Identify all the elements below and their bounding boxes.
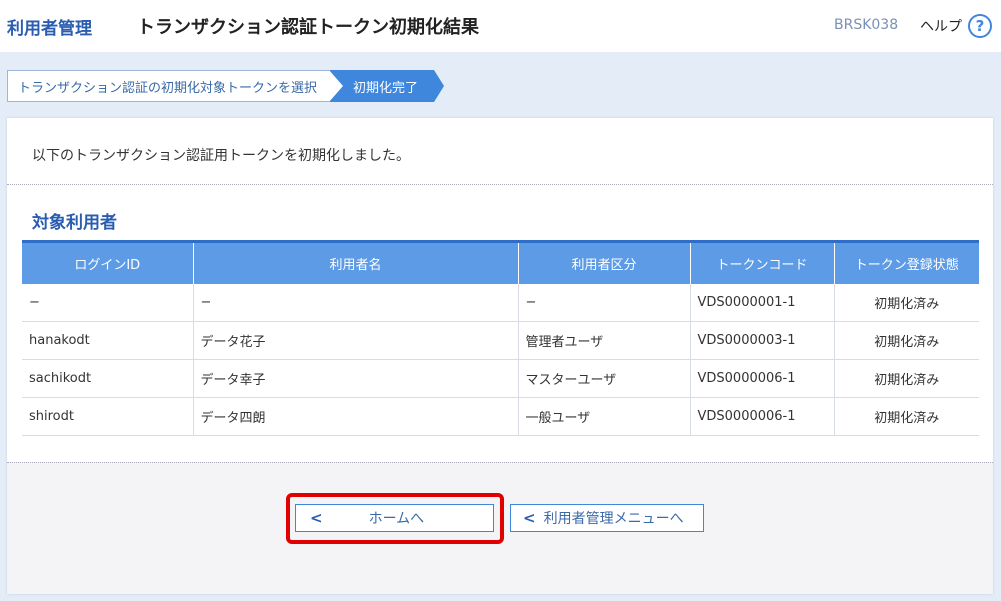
- table-header-row: ログインID 利用者名 利用者区分 トークンコード トークン登録状態: [22, 240, 979, 284]
- divider: [7, 462, 993, 463]
- cell-token-status: 初期化済み: [834, 284, 979, 322]
- target-users-table: ログインID 利用者名 利用者区分 トークンコード トークン登録状態 − − −…: [22, 240, 979, 436]
- cell-login-id: shirodt: [22, 397, 194, 436]
- column-header-user-name: 利用者名: [193, 240, 519, 284]
- cell-login-id: sachikodt: [22, 359, 194, 398]
- step-indicator: トランザクション認証の初期化対象トークンを選択 初期化完了: [7, 70, 445, 102]
- button-area: [7, 462, 993, 594]
- step-select-token: トランザクション認証の初期化対象トークンを選択: [7, 70, 344, 102]
- step-complete: 初期化完了: [329, 70, 445, 102]
- cell-user-type: マスターユーザ: [518, 359, 691, 398]
- cell-token-code: VDS0000003-1: [690, 321, 835, 360]
- step-arrow-icon: [434, 70, 445, 102]
- cell-user-type: −: [518, 284, 691, 322]
- section-title: 利用者管理: [7, 19, 92, 39]
- result-panel: 以下のトランザクション認証用トークンを初期化しました。 対象利用者 ログインID…: [7, 118, 993, 594]
- column-header-token-status: トークン登録状態: [834, 240, 979, 284]
- divider: [7, 184, 993, 185]
- home-button[interactable]: < ホームへ: [295, 504, 494, 532]
- chevron-left-icon: <: [310, 509, 323, 527]
- cell-token-status: 初期化済み: [834, 321, 979, 360]
- screen-id: BRSK038: [834, 17, 899, 33]
- cell-user-name: データ花子: [193, 321, 519, 360]
- cell-user-name: データ四朗: [193, 397, 519, 436]
- cell-token-status: 初期化済み: [834, 397, 979, 436]
- page-title: トランザクション認証トークン初期化結果: [137, 17, 479, 38]
- step-label: トランザクション認証の初期化対象トークンを選択: [18, 80, 318, 96]
- home-button-label: ホームへ: [368, 511, 425, 527]
- table-row: sachikodt データ幸子 マスターユーザ VDS0000006-1 初期化…: [22, 359, 979, 398]
- help-link[interactable]: ヘルプ ?: [920, 12, 992, 40]
- chevron-left-icon: <: [523, 509, 536, 527]
- cell-user-name: データ幸子: [193, 359, 519, 398]
- column-header-token-code: トークンコード: [690, 240, 835, 284]
- cell-token-status: 初期化済み: [834, 359, 979, 398]
- user-management-menu-button[interactable]: < 利用者管理メニューへ: [510, 504, 704, 532]
- question-icon: ?: [968, 14, 992, 38]
- help-label: ヘルプ: [920, 19, 962, 35]
- cell-token-code: VDS0000006-1: [690, 397, 835, 436]
- target-users-heading: 対象利用者: [32, 213, 117, 233]
- step-label: 初期化完了: [353, 80, 419, 96]
- column-header-login-id: ログインID: [22, 240, 194, 284]
- step-arrow-icon: [329, 70, 344, 102]
- cell-user-name: −: [193, 284, 519, 322]
- cell-token-code: VDS0000006-1: [690, 359, 835, 398]
- table-row: − − − VDS0000001-1 初期化済み: [22, 284, 979, 322]
- cell-login-id: hanakodt: [22, 321, 194, 360]
- menu-button-label: 利用者管理メニューへ: [543, 511, 684, 527]
- cell-login-id: −: [22, 284, 194, 322]
- cell-token-code: VDS0000001-1: [690, 284, 835, 322]
- table-row: hanakodt データ花子 管理者ユーザ VDS0000003-1 初期化済み: [22, 321, 979, 360]
- cell-user-type: 管理者ユーザ: [518, 321, 691, 360]
- cell-user-type: 一般ユーザ: [518, 397, 691, 436]
- header: 利用者管理 トランザクション認証トークン初期化結果 BRSK038 ヘルプ ?: [0, 0, 1001, 52]
- table-row: shirodt データ四朗 一般ユーザ VDS0000006-1 初期化済み: [22, 397, 979, 436]
- column-header-user-type: 利用者区分: [518, 240, 691, 284]
- result-message: 以下のトランザクション認証用トークンを初期化しました。: [32, 148, 410, 164]
